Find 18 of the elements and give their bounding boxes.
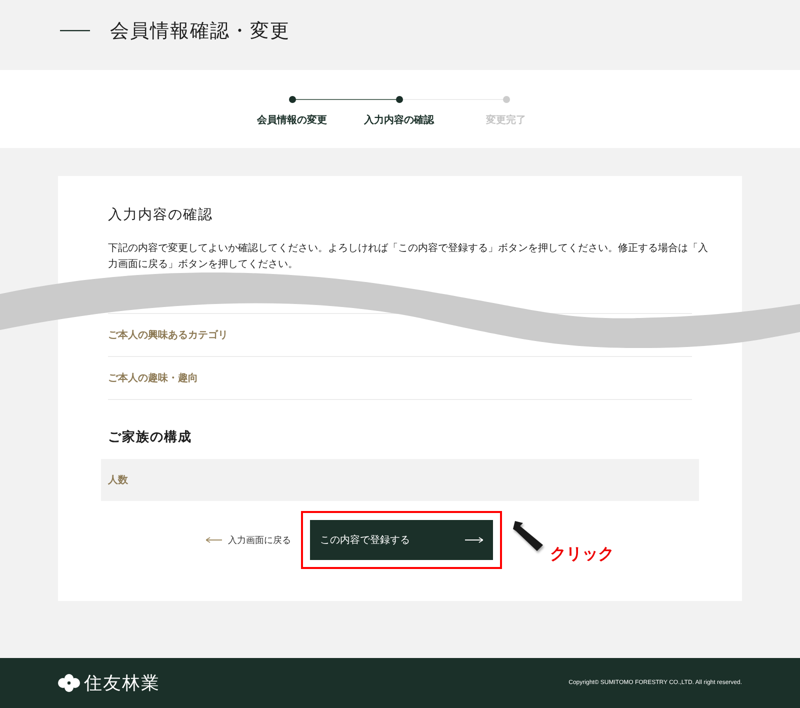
step-label: 変更完了 (486, 113, 526, 127)
logo-text: 住友林業 (84, 672, 160, 695)
annotation-label: クリック (550, 544, 614, 564)
logo-mark-icon (58, 674, 80, 692)
section-heading: ご家族の構成 (108, 428, 193, 446)
submit-button[interactable]: この内容で登録する (310, 520, 493, 560)
section-heading: 入力内容の確認 (108, 206, 214, 224)
description-text: 下記の内容で変更してよいか確認してください。よろしければ「この内容で登録する」ボタンを押してください。修正する場合は「入力画面に戻る」ボタンを押してください。 (108, 242, 708, 272)
arrow-left-icon (206, 537, 222, 543)
page-title: 会員情報確認・変更 (110, 19, 290, 44)
step-label: 入力内容の確認 (364, 113, 434, 127)
field-label: 人数 (108, 474, 128, 487)
title-rule-icon (60, 30, 90, 32)
back-link[interactable]: 入力画面に戻る (206, 534, 291, 546)
field-label: ご本人の趣味・趣向 (108, 372, 198, 385)
step-label: 会員情報の変更 (257, 113, 327, 127)
arrow-right-icon (465, 537, 483, 543)
field-label: ご本人の興味あるカテゴリ (108, 328, 228, 342)
